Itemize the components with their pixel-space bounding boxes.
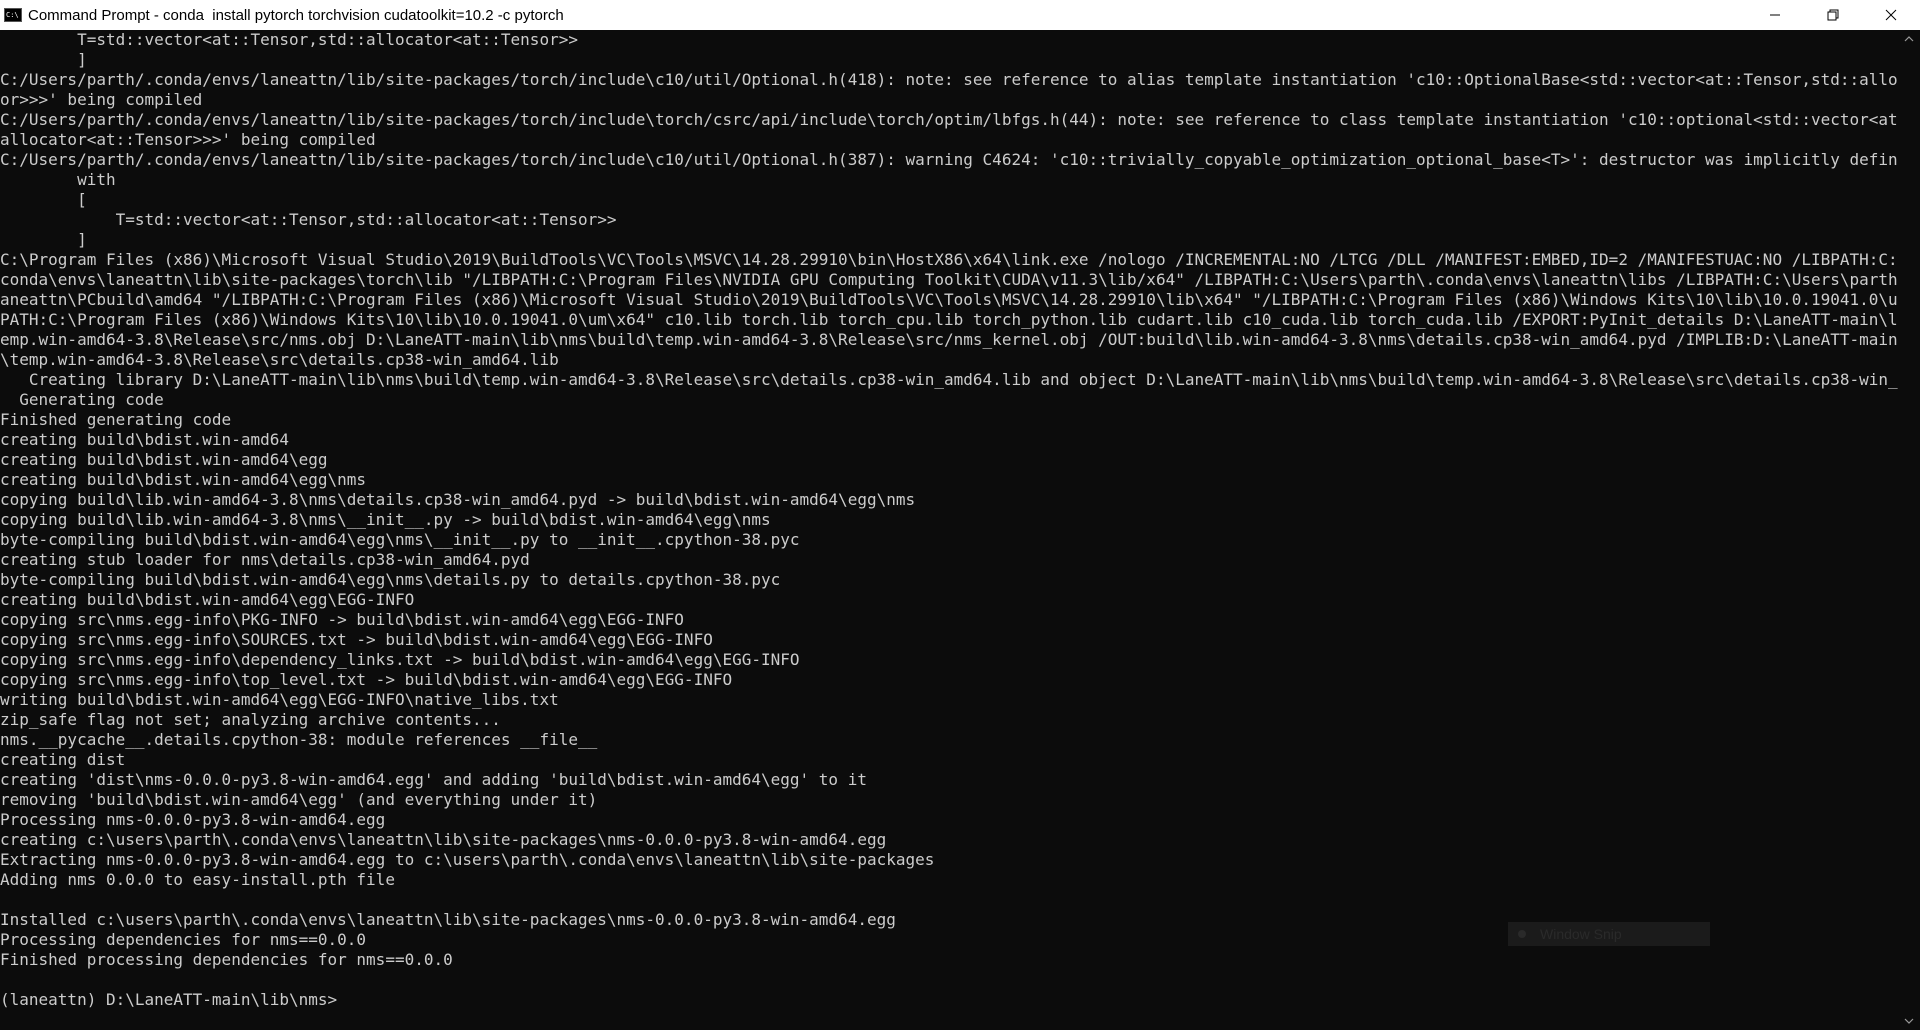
console-line: ] bbox=[0, 50, 87, 69]
console-line: nms.__pycache__.details.cpython-38: modu… bbox=[0, 730, 598, 749]
chevron-up-icon bbox=[1904, 36, 1914, 42]
console-line: [ bbox=[0, 190, 87, 209]
window-title: Command Prompt - conda install pytorch t… bbox=[28, 6, 564, 24]
console-line: copying src\nms.egg-info\top_level.txt -… bbox=[0, 670, 733, 689]
console-line: aneattn\PCbuild\amd64 "/LIBPATH:C:\Progr… bbox=[0, 290, 1898, 309]
restore-button[interactable] bbox=[1804, 0, 1862, 30]
console-line: Finished generating code bbox=[0, 410, 232, 429]
scroll-thumb[interactable] bbox=[1902, 52, 1916, 997]
console-line: with bbox=[0, 170, 116, 189]
console-line: creating 'dist\nms-0.0.0-py3.8-win-amd64… bbox=[0, 770, 867, 789]
console-line: C:/Users/parth/.conda/envs/laneattn/lib/… bbox=[0, 110, 1898, 129]
console-line: creating stub loader for nms\details.cp3… bbox=[0, 550, 530, 569]
window-snip-label: Window Snip bbox=[1540, 926, 1622, 942]
close-icon bbox=[1885, 9, 1897, 21]
chevron-down-icon bbox=[1904, 1018, 1914, 1024]
console-line: writing build\bdist.win-amd64\egg\EGG-IN… bbox=[0, 690, 559, 709]
scroll-down-button[interactable] bbox=[1898, 1012, 1920, 1030]
console-line: copying build\lib.win-amd64-3.8\nms\deta… bbox=[0, 490, 916, 509]
restore-icon bbox=[1827, 9, 1839, 21]
console-line: Generating code bbox=[0, 390, 164, 409]
console-line: creating build\bdist.win-amd64\egg\nms bbox=[0, 470, 367, 489]
console-output[interactable]: T=std::vector<at::Tensor,std::allocator<… bbox=[0, 30, 1898, 1030]
console-line: ] bbox=[0, 230, 87, 249]
console-line: creating c:\users\parth\.conda\envs\lane… bbox=[0, 830, 887, 849]
console-line: C:/Users/parth/.conda/envs/laneattn/lib/… bbox=[0, 70, 1898, 89]
console-line: C:/Users/parth/.conda/envs/laneattn/lib/… bbox=[0, 150, 1898, 169]
cmd-icon bbox=[4, 8, 22, 22]
console-line: removing 'build\bdist.win-amd64\egg' (an… bbox=[0, 790, 598, 809]
console-line: \temp.win-amd64-3.8\Release\src\details.… bbox=[0, 350, 559, 369]
console-line: zip_safe flag not set; analyzing archive… bbox=[0, 710, 501, 729]
scroll-up-button[interactable] bbox=[1898, 30, 1920, 48]
console-line: (laneattn) D:\LaneATT-main\lib\nms> bbox=[0, 990, 338, 1009]
console-line: Processing nms-0.0.0-py3.8-win-amd64.egg bbox=[0, 810, 386, 829]
console-line: creating dist bbox=[0, 750, 126, 769]
console-line: Adding nms 0.0.0 to easy-install.pth fil… bbox=[0, 870, 395, 889]
console-line: Creating library D:\LaneATT-main\lib\nms… bbox=[0, 370, 1898, 389]
minimize-icon bbox=[1770, 14, 1780, 16]
vertical-scrollbar[interactable] bbox=[1898, 30, 1920, 1030]
close-button[interactable] bbox=[1862, 0, 1920, 30]
console-line: Finished processing dependencies for nms… bbox=[0, 950, 453, 969]
console-line: PATH:C:\Program Files (x86)\Windows Kits… bbox=[0, 310, 1898, 329]
snip-icon bbox=[1518, 930, 1526, 938]
console-line: creating build\bdist.win-amd64\egg\EGG-I… bbox=[0, 590, 415, 609]
console-line: allocator<at::Tensor>>>' being compiled bbox=[0, 130, 376, 149]
minimize-button[interactable] bbox=[1746, 0, 1804, 30]
console-line: conda\envs\laneattn\lib\site-packages\to… bbox=[0, 270, 1898, 289]
console-line: C:\Program Files (x86)\Microsoft Visual … bbox=[0, 250, 1898, 269]
title-bar[interactable]: Command Prompt - conda install pytorch t… bbox=[0, 0, 1920, 30]
console-line: or>>>' being compiled bbox=[0, 90, 203, 109]
console-line: T=std::vector<at::Tensor,std::allocator<… bbox=[0, 30, 578, 49]
console-line: copying src\nms.egg-info\SOURCES.txt -> … bbox=[0, 630, 713, 649]
command-prompt-window: Command Prompt - conda install pytorch t… bbox=[0, 0, 1920, 1030]
console-line: copying src\nms.egg-info\dependency_link… bbox=[0, 650, 800, 669]
window-controls bbox=[1746, 0, 1920, 30]
console-line: byte-compiling build\bdist.win-amd64\egg… bbox=[0, 570, 781, 589]
console-line: emp.win-amd64-3.8\Release\src/nms.obj D:… bbox=[0, 330, 1898, 349]
console-line: Extracting nms-0.0.0-py3.8-win-amd64.egg… bbox=[0, 850, 935, 869]
window-snip-overlay: Window Snip bbox=[1508, 922, 1710, 946]
console-line: creating build\bdist.win-amd64\egg bbox=[0, 450, 328, 469]
console-line: copying src\nms.egg-info\PKG-INFO -> bui… bbox=[0, 610, 684, 629]
console-line: copying build\lib.win-amd64-3.8\nms\__in… bbox=[0, 510, 771, 529]
console-line: T=std::vector<at::Tensor,std::allocator<… bbox=[0, 210, 617, 229]
console-line: byte-compiling build\bdist.win-amd64\egg… bbox=[0, 530, 800, 549]
console-line: creating build\bdist.win-amd64 bbox=[0, 430, 289, 449]
